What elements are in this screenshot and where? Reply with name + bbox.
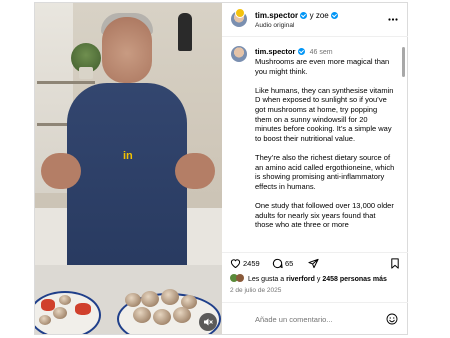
video-mushroom <box>141 291 159 307</box>
more-options-button[interactable] <box>388 13 398 24</box>
video-mushroom <box>133 307 151 323</box>
author-names: tim.spector y zoe <box>255 11 338 20</box>
audio-label[interactable]: Audio original <box>255 22 294 29</box>
verified-badge-icon <box>300 12 308 19</box>
coauthor-label[interactable]: y zoe <box>310 11 329 20</box>
emoji-button[interactable] <box>386 312 398 330</box>
video-mushroom <box>39 315 51 325</box>
video-vegetable <box>75 303 91 315</box>
caption-paragraph: They’re also the richest dietary source … <box>255 152 395 191</box>
video-person-hand-left <box>41 153 81 189</box>
post-sidebar: tim.spector y zoe Audio original tim.spe… <box>222 3 408 334</box>
comment-button[interactable]: 65 <box>272 258 293 269</box>
like-count: 2459 <box>243 258 260 268</box>
likes-summary[interactable]: Les gusta a riverford y 2458 personas má… <box>230 274 387 283</box>
share-button[interactable] <box>308 258 319 269</box>
likes-prefix: Les gusta a <box>247 276 285 283</box>
video-lamp <box>178 13 192 51</box>
post-header: tim.spector y zoe Audio original <box>222 3 408 37</box>
caption-username[interactable]: tim.spector <box>255 47 295 56</box>
likes-user[interactable]: riverford <box>286 276 315 283</box>
send-icon <box>308 258 319 269</box>
caption-scrollbar[interactable] <box>402 47 405 77</box>
coauthor-avatar[interactable] <box>235 8 245 18</box>
like-button[interactable]: 2459 <box>230 258 260 269</box>
caption-scroll-area[interactable]: tim.spector 46 sem Mushrooms are even mo… <box>222 38 408 248</box>
video-person-hand-right <box>175 153 215 189</box>
video-mushroom <box>173 307 191 323</box>
heart-icon <box>230 259 241 269</box>
caption-paragraph: One study that followed over 13,000 olde… <box>255 200 394 230</box>
speaker-muted-icon <box>204 318 213 326</box>
comment-bar <box>222 302 408 334</box>
comment-count: 65 <box>285 259 294 268</box>
caption-paragraph: Like humans, they can synthesise vitamin… <box>255 85 394 143</box>
more-horizontal-icon <box>388 18 398 21</box>
comment-input[interactable] <box>255 312 375 326</box>
video-person-shirt <box>67 83 187 273</box>
likes-others[interactable]: 2458 personas <box>322 276 371 283</box>
likes-suffix[interactable]: más <box>373 276 387 283</box>
video-person-head <box>102 17 152 83</box>
mute-button[interactable] <box>199 313 217 331</box>
video-mushroom <box>125 293 141 307</box>
likes-connector: y <box>316 276 321 283</box>
video-overlay-text: in <box>123 150 133 162</box>
bookmark-icon <box>391 258 399 269</box>
post-video[interactable]: in <box>35 3 222 334</box>
author-username[interactable]: tim.spector <box>255 11 298 20</box>
caption-text: Mushrooms are even more magical than you… <box>255 57 395 239</box>
caption-header: tim.spector 46 sem <box>255 47 333 56</box>
caption-timestamp[interactable]: 46 sem <box>310 49 333 56</box>
save-button[interactable] <box>390 258 400 269</box>
emoji-smile-icon <box>386 313 398 325</box>
video-mushroom <box>161 289 179 305</box>
video-mushroom <box>53 307 67 319</box>
post-date[interactable]: 2 de julio de 2025 <box>230 287 281 294</box>
video-pot <box>79 67 93 79</box>
verified-badge-icon <box>330 12 338 19</box>
liker-avatar <box>236 274 244 282</box>
video-mushroom <box>59 295 71 305</box>
verified-badge-icon <box>297 48 305 55</box>
post-container: in tim.spector y zoe Audio original tim.… <box>34 2 408 335</box>
action-bar: 2459 65 <box>222 252 408 272</box>
video-shelf <box>37 81 95 84</box>
caption-author-avatar[interactable] <box>231 46 247 62</box>
caption-paragraph: Mushrooms are even more magical than you… <box>255 57 390 76</box>
video-mushroom <box>153 309 171 325</box>
comment-bubble-icon <box>272 258 283 269</box>
